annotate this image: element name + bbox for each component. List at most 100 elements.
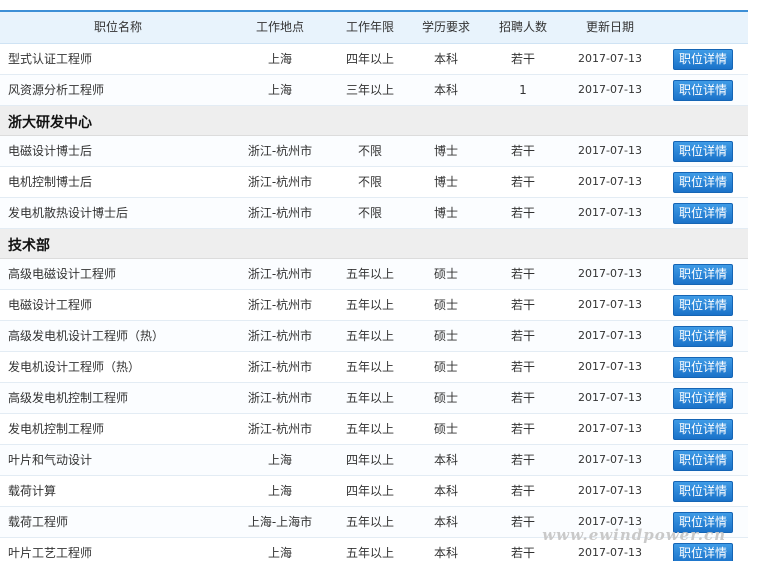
header-location: 工作地点 [255, 20, 304, 34]
job-education: 本科 [433, 52, 458, 66]
job-title: 高级电磁设计工程师 [8, 267, 117, 281]
job-detail-button[interactable]: 职位详情 [673, 172, 733, 193]
job-detail-button[interactable]: 职位详情 [673, 141, 733, 162]
job-title: 高级发电机设计工程师（热） [8, 329, 165, 343]
watermark: www.ewindpower.cn [542, 526, 726, 544]
job-experience: 五年以上 [345, 515, 394, 529]
job-location: 上海 [267, 52, 292, 66]
job-title: 电机控制博士后 [8, 175, 93, 189]
job-location: 上海 [267, 546, 292, 560]
job-location: 浙江-杭州市 [247, 267, 313, 281]
table-header: 职位名称 工作地点 工作年限 学历要求 招聘人数 更新日期 [0, 10, 748, 44]
job-count: 若干 [510, 329, 535, 343]
job-education: 硕士 [433, 267, 458, 281]
table-row: 风资源分析工程师 上海 三年以上 本科 1 2017-07-13 职位详情 [0, 75, 748, 106]
job-detail-button[interactable]: 职位详情 [673, 326, 733, 347]
job-experience: 不限 [357, 175, 382, 189]
job-title: 电磁设计工程师 [8, 298, 93, 312]
job-education: 博士 [433, 206, 458, 220]
job-title: 电磁设计博士后 [8, 144, 93, 158]
job-detail-button[interactable]: 职位详情 [673, 203, 733, 224]
job-count: 1 [519, 83, 527, 97]
job-education: 硕士 [433, 391, 458, 405]
table-row: 叶片和气动设计 上海 四年以上 本科 若干 2017-07-13 职位详情 [0, 445, 748, 476]
job-location: 上海-上海市 [247, 515, 313, 529]
header-experience: 工作年限 [345, 20, 394, 34]
job-education: 本科 [433, 83, 458, 97]
job-experience: 五年以上 [345, 267, 394, 281]
job-detail-button[interactable]: 职位详情 [673, 357, 733, 378]
job-count: 若干 [510, 267, 535, 281]
job-education: 硕士 [433, 422, 458, 436]
job-table: 职位名称 工作地点 工作年限 学历要求 招聘人数 更新日期 型式认证工程师 上海四… [0, 10, 748, 561]
table-row: 电机控制博士后 浙江-杭州市 不限 博士 若干 2017-07-13 职位详情 [0, 167, 748, 198]
table-row: 电磁设计博士后 浙江-杭州市 不限 博士 若干 2017-07-13 职位详情 [0, 136, 748, 167]
job-location: 浙江-杭州市 [247, 329, 313, 343]
job-experience: 五年以上 [345, 422, 394, 436]
department-name: 技术部 [8, 238, 50, 254]
job-count: 若干 [510, 484, 535, 498]
job-detail-button[interactable]: 职位详情 [673, 80, 733, 101]
job-date: 2017-07-13 [578, 484, 642, 497]
job-title: 高级发电机控制工程师 [8, 391, 129, 405]
job-education: 本科 [433, 515, 458, 529]
job-experience: 五年以上 [345, 546, 394, 560]
job-date: 2017-07-13 [578, 298, 642, 311]
job-experience: 四年以上 [345, 52, 394, 66]
job-location: 浙江-杭州市 [247, 391, 313, 405]
table-row: 电磁设计工程师 浙江-杭州市 五年以上 硕士 若干 2017-07-13 职位详情 [0, 290, 748, 321]
header-count: 招聘人数 [498, 20, 547, 34]
table-row: 高级发电机设计工程师（热） 浙江-杭州市 五年以上 硕士 若干 2017-07-13 职位详… [0, 321, 748, 352]
job-location: 浙江-杭州市 [247, 360, 313, 374]
table-row: 发电机控制工程师 浙江-杭州市 五年以上 硕士 若干 2017-07-13 职位详情 [0, 414, 748, 445]
job-date: 2017-07-13 [578, 175, 642, 188]
job-count: 若干 [510, 175, 535, 189]
job-detail-button[interactable]: 职位详情 [673, 49, 733, 70]
job-experience: 三年以上 [345, 83, 394, 97]
job-date: 2017-07-13 [578, 52, 642, 65]
job-title: 叶片和气动设计 [8, 453, 93, 467]
header-date: 更新日期 [585, 20, 634, 34]
job-title: 发电机散热设计博士后 [8, 206, 129, 220]
department-name: 浙大研发中心 [8, 115, 92, 131]
job-location: 上海 [267, 453, 292, 467]
job-count: 若干 [510, 453, 535, 467]
job-count: 若干 [510, 144, 535, 158]
job-education: 博士 [433, 144, 458, 158]
job-location: 浙江-杭州市 [247, 298, 313, 312]
job-experience: 五年以上 [345, 360, 394, 374]
job-detail-button[interactable]: 职位详情 [673, 450, 733, 471]
job-experience: 四年以上 [345, 484, 394, 498]
job-location: 浙江-杭州市 [247, 422, 313, 436]
job-date: 2017-07-13 [578, 360, 642, 373]
job-education: 本科 [433, 546, 458, 560]
job-experience: 五年以上 [345, 329, 394, 343]
job-date: 2017-07-13 [578, 206, 642, 219]
job-date: 2017-07-13 [578, 144, 642, 157]
department-header: 浙大研发中心 [0, 106, 748, 136]
table-body: 型式认证工程师 上海 四年以上 本科 若干 2017-07-13 职位详情 风资源分析工程师上… [0, 44, 748, 561]
header-education: 学历要求 [421, 20, 470, 34]
job-experience: 五年以上 [345, 391, 394, 405]
job-detail-button[interactable]: 职位详情 [673, 481, 733, 502]
job-title: 型式认证工程师 [8, 52, 93, 66]
job-location: 上海 [267, 484, 292, 498]
job-education: 博士 [433, 175, 458, 189]
job-count: 若干 [510, 298, 535, 312]
job-experience: 四年以上 [345, 453, 394, 467]
job-count: 若干 [510, 391, 535, 405]
job-education: 本科 [433, 453, 458, 467]
table-row: 发电机散热设计博士后 浙江-杭州市 不限 博士 若干 2017-07-13 职位详情 [0, 198, 748, 229]
job-detail-button[interactable]: 职位详情 [673, 264, 733, 285]
job-detail-button[interactable]: 职位详情 [673, 388, 733, 409]
job-date: 2017-07-13 [578, 453, 642, 466]
job-location: 浙江-杭州市 [247, 206, 313, 220]
job-detail-button[interactable]: 职位详情 [673, 543, 733, 561]
job-date: 2017-07-13 [578, 329, 642, 342]
job-date: 2017-07-13 [578, 267, 642, 280]
table-row: 高级电磁设计工程师 浙江-杭州市 五年以上 硕士 若干 2017-07-13 职位详情 [0, 259, 748, 290]
job-detail-button[interactable]: 职位详情 [673, 419, 733, 440]
job-location: 浙江-杭州市 [247, 144, 313, 158]
job-detail-button[interactable]: 职位详情 [673, 295, 733, 316]
job-count: 若干 [510, 422, 535, 436]
